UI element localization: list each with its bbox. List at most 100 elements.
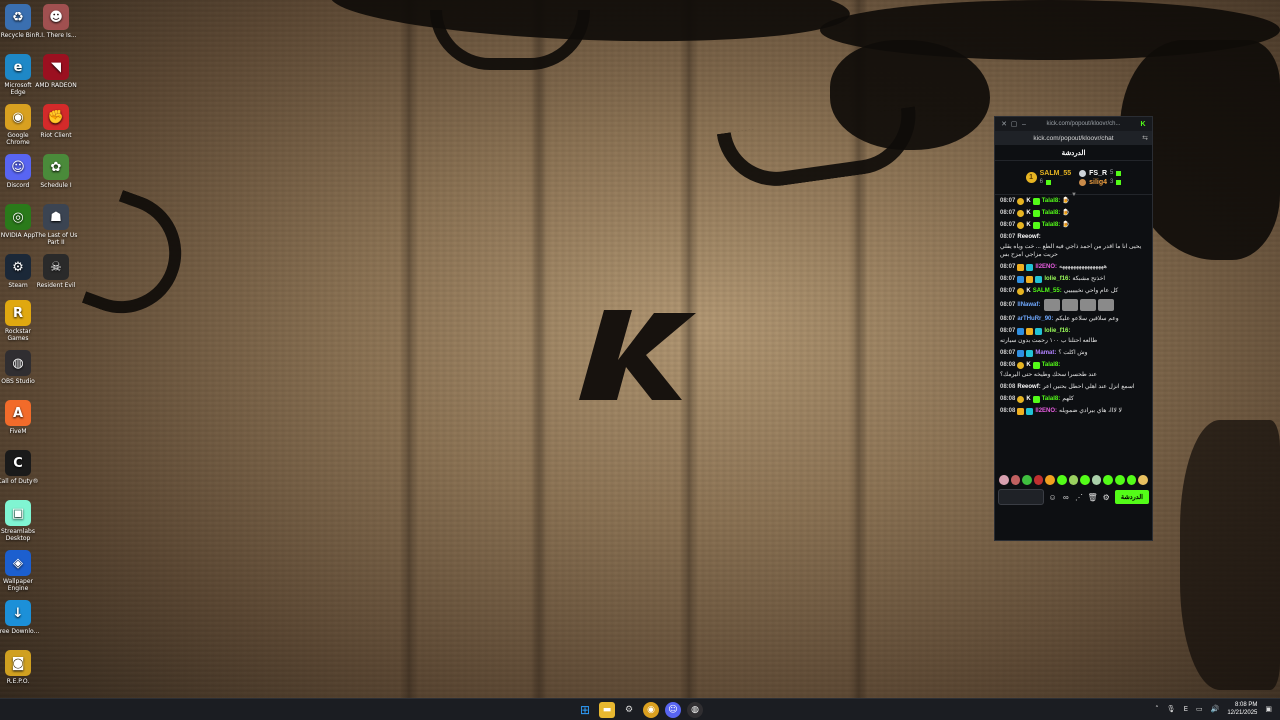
desktop-icon[interactable]: ☻ R.I. There Is... [34, 4, 78, 39]
message-username[interactable]: Reeowf: [1017, 383, 1040, 391]
app-icon: ◉ [5, 104, 31, 130]
chrome-icon[interactable]: ◉ [643, 702, 659, 718]
chat-message[interactable]: 08:08 ll2ENO: لا لااا، هاي بيرادي ضمويله [1000, 407, 1148, 415]
chat-message[interactable]: 08:07 K Talal8: 🍺 [1000, 197, 1148, 205]
user-badge-icon [1017, 407, 1025, 415]
message-text: ههههههههههههههههه [1059, 264, 1107, 270]
desktop-icon[interactable]: R Rockstar Games [0, 300, 40, 342]
message-username[interactable]: Talal8: [1042, 361, 1061, 369]
message-username[interactable]: Talal8: [1042, 221, 1061, 229]
language-indicator[interactable]: E [1184, 705, 1188, 713]
minimize-icon[interactable]: – [1019, 121, 1029, 128]
discord-icon[interactable]: ☺ [665, 702, 681, 718]
send-chat-button[interactable]: الدردشة [1114, 490, 1149, 504]
emote-icon[interactable] [1033, 475, 1044, 485]
user-badge-icon [1017, 361, 1025, 369]
app-icon: ◙ [5, 650, 31, 676]
share-icon[interactable]: ⋰ [1074, 492, 1083, 502]
leader-count: 3 [1110, 179, 1114, 185]
chat-message[interactable]: 08:07 lolie_f16: اخذتح مشبكة [1000, 275, 1148, 283]
chat-message[interactable]: 08:08 K Talal8: عند طحسرا سحك وطيخه حتى الي… [1000, 361, 1148, 379]
clock[interactable]: 8:08 PM 12/21/2025 [1227, 701, 1257, 717]
microphone-icon[interactable]: 🎙 [1167, 705, 1176, 713]
desktop-icon[interactable]: ✊ Riot Client [34, 104, 78, 139]
chat-message[interactable]: 08:07 ll2ENO: ههههههههههههههههه [1000, 263, 1148, 271]
message-username[interactable]: Talal8: [1042, 209, 1061, 217]
message-timestamp: 08:07 [1000, 302, 1016, 308]
emote-icon[interactable] [1057, 475, 1067, 485]
emote-icon[interactable] [1022, 475, 1032, 485]
notification-icon[interactable]: ▣ [1265, 705, 1272, 713]
desktop-icon[interactable]: A FiveM [0, 400, 40, 435]
desktop-icon[interactable]: C Call of Duty® [0, 450, 40, 485]
close-icon[interactable]: ✕ [999, 120, 1009, 128]
emote-icon[interactable] [1091, 475, 1102, 485]
chat-message[interactable]: 08:08 Reeowf: اسمع انزل عند اهلي احطل بحني… [1000, 383, 1148, 391]
trash-icon[interactable]: 🗑 [1088, 492, 1098, 502]
emote-icon[interactable] [1115, 475, 1125, 485]
file-explorer-icon[interactable]: ▬ [599, 702, 615, 718]
message-username[interactable]: arTHuRr_90: [1017, 315, 1053, 323]
gear-icon[interactable]: ⚙ [1102, 492, 1111, 502]
windows-start-icon[interactable]: ⊞ [577, 702, 593, 718]
desktop-icon[interactable]: ◥ AMD RADEON [34, 54, 78, 89]
link-icon[interactable]: ∞ [1061, 492, 1070, 502]
message-username[interactable]: Reeowf: [1017, 233, 1040, 241]
obs-icon[interactable]: ◍ [687, 702, 703, 718]
emote-icon[interactable] [1126, 475, 1137, 485]
chat-message[interactable]: 08:07 K SALM_55: كل عام واحي نخيييييي [1000, 287, 1148, 295]
message-username[interactable]: llNawaf: [1017, 301, 1040, 309]
leader-name[interactable]: SALM_55 [1040, 170, 1072, 177]
chat-message[interactable]: 08:07 K Talal8: 🍺 [1000, 209, 1148, 217]
message-text: 🍺 [1062, 222, 1070, 228]
chat-message[interactable]: 08:07 K Talal8: 🍺 [1000, 221, 1148, 229]
chat-message[interactable]: 08:07 arTHuRr_90: وعم سلاقين سلاعو عليكم [1000, 315, 1148, 323]
emoji-icon[interactable]: ☺ [1048, 492, 1057, 502]
desktop-icon[interactable]: ☠ Resident Evil [34, 254, 78, 289]
chat-message[interactable]: 08:07 Mamat: وش اكلت ؟ [1000, 349, 1148, 357]
chat-message[interactable]: 08:08 K Talal8: كلهم [1000, 395, 1148, 403]
desktop-icon[interactable]: ◍ OBS Studio [0, 350, 40, 385]
message-username[interactable]: ll2ENO: [1035, 407, 1057, 415]
emote-icon[interactable] [1010, 475, 1021, 485]
message-username[interactable]: lolie_f16: [1044, 275, 1070, 283]
chevron-down-icon[interactable]: ▼ [1071, 192, 1077, 198]
desktop-icon[interactable]: ◈ Wallpaper Engine [0, 550, 40, 592]
desktop-icon[interactable]: ▣ Streamlabs Desktop [0, 500, 40, 542]
chat-message[interactable]: 08:07 Reeowf: يحيى انا ما اقدر من احمد ذاج… [1000, 233, 1148, 259]
emote-icon[interactable] [1138, 475, 1148, 485]
message-username[interactable]: ll2ENO: [1035, 263, 1057, 271]
chat-message[interactable]: 08:07 llNawaf: [1000, 299, 1148, 311]
chat-message[interactable]: 08:07 lolie_f16: طالعه احتلنا ب ١٠٠ رحمت ب… [1000, 327, 1148, 345]
maximize-icon[interactable]: ▢ [1009, 120, 1019, 128]
message-username[interactable]: Mamat: [1035, 349, 1056, 357]
emote-icon[interactable] [999, 475, 1009, 485]
translate-icon[interactable]: ⇆ [1142, 134, 1148, 142]
volume-icon[interactable]: 🔊 [1211, 705, 1220, 713]
chat-message-input[interactable] [998, 489, 1044, 505]
settings-icon[interactable]: ⚙ [621, 702, 637, 718]
app-icon: ☠ [43, 254, 69, 280]
message-username[interactable]: lolie_f16: [1044, 327, 1070, 335]
display-icon[interactable]: ▭ [1196, 705, 1203, 713]
chat-message-list[interactable]: 08:07 K Talal8: 🍺 08:07 K Talal8: 🍺 08:07 K Talal8… [995, 195, 1152, 473]
emote-icon[interactable] [1080, 475, 1090, 485]
chevron-up-icon[interactable]: ˄ [1155, 705, 1159, 713]
leader-name[interactable]: FS_R [1089, 170, 1107, 177]
message-username[interactable]: Talal8: [1042, 395, 1061, 403]
desktop-icon[interactable]: ↓ Free Downlo... [0, 600, 40, 635]
message-username[interactable]: SALM_55: [1033, 287, 1062, 295]
emote-icon[interactable] [1068, 475, 1079, 485]
address-bar[interactable]: kick.com/popout/kloovr/chat ⇆ [995, 131, 1152, 145]
chat-header-title: الدردشة [995, 145, 1152, 161]
leader-name[interactable]: silig4 [1089, 179, 1107, 186]
message-username[interactable]: Talal8: [1042, 197, 1061, 205]
desktop-icon[interactable]: ◙ R.E.P.O. [0, 650, 40, 685]
emote-icon[interactable] [1045, 475, 1056, 485]
system-tray: ˄ 🎙 E ▭ 🔊 8:08 PM 12/21/2025 ▣ [1155, 701, 1272, 717]
emote-icon[interactable] [1103, 475, 1114, 485]
desktop-icon[interactable]: ✿ Schedule I [34, 154, 78, 189]
window-titlebar[interactable]: ✕ ▢ – kick.com/popout/kloovr/ch... K [995, 117, 1152, 131]
desktop-icon[interactable]: ☗ The Last of Us Part II [34, 204, 78, 246]
taskbar-apps: ⊞ ▬ ⚙ ◉ ☺ ◍ [577, 702, 703, 718]
